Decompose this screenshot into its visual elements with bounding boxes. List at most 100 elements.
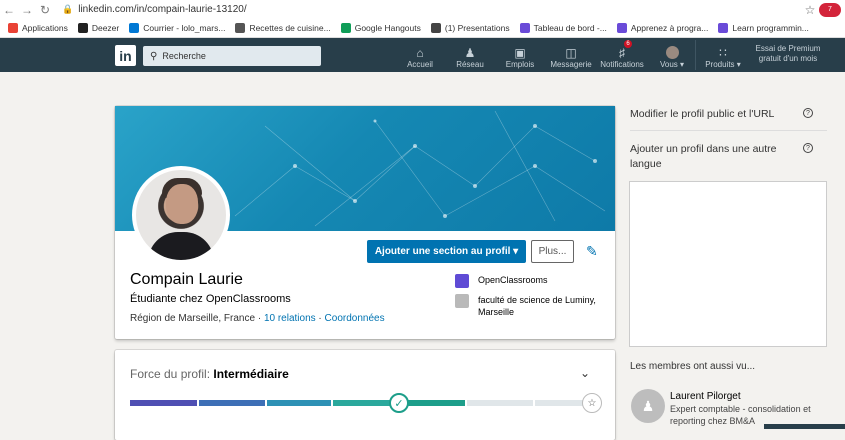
bookmark-item[interactable]: Applications (8, 23, 68, 33)
strength-segment (199, 400, 265, 406)
member-avatar[interactable]: ♟ (631, 389, 665, 423)
nav-network[interactable]: ♟ Réseau (455, 41, 485, 70)
help-icon[interactable]: ? (803, 108, 813, 118)
education-label-line1: faculté de science de Luminy, (478, 295, 596, 305)
bookmark-item[interactable]: (1) Presentations (430, 23, 510, 33)
nav-home[interactable]: ⌂ Accueil (405, 41, 435, 70)
search-icon: ⚲ (150, 50, 158, 62)
bookmark-label: Tableau de bord -... (533, 23, 607, 33)
bookmarks-bar: Applications Deezer Courrier - lolo_mars..… (0, 19, 845, 38)
nav-label: Notifications (600, 60, 644, 69)
premium-trial-link[interactable]: Essai de Premium gratuit d'un mois (752, 44, 824, 64)
photo-face (166, 184, 198, 224)
strength-segment (130, 400, 197, 406)
address-bar[interactable]: 🔒 linkedin.com/in/compain-laurie-13120/ (62, 4, 801, 15)
chevron-down-icon[interactable]: ⌄ (580, 366, 590, 380)
more-button[interactable]: Plus... (531, 240, 574, 263)
bookmark-star-icon[interactable]: ☆ (801, 3, 819, 17)
profile-photo[interactable] (132, 166, 230, 264)
bookmark-item[interactable]: Google Hangouts (340, 23, 421, 33)
separator-dot: · (255, 313, 264, 324)
also-viewed-heading: Les membres ont aussi vu... (630, 361, 756, 372)
ad-placeholder (629, 181, 827, 347)
check-icon: ✓ (389, 393, 409, 413)
add-language-profile-link[interactable]: Ajouter un profil dans une autre langue (630, 142, 795, 172)
top-nav: in ⚲ Recherche ⌂ Accueil ♟ Réseau ▣ Empl… (0, 38, 845, 72)
bookmark-item[interactable]: Deezer (77, 23, 120, 33)
extension-badge[interactable]: 7 (819, 2, 841, 17)
strength-segment (267, 400, 331, 406)
nav-products[interactable]: ∷ Produits ▾ (702, 41, 744, 70)
nav-label: Vous ▾ (659, 60, 685, 69)
education-label-line2: Marseille (478, 307, 515, 317)
bookmark-label: Deezer (91, 23, 120, 33)
relations-link[interactable]: 10 relations (264, 313, 316, 324)
home-icon: ⌂ (416, 46, 424, 60)
add-profile-section-button[interactable]: Ajouter une section au profil ▾ (367, 240, 526, 263)
forward-icon[interactable]: → (18, 3, 36, 17)
bookmark-item[interactable]: Recettes de cuisine... (235, 23, 331, 33)
messaging-icon: ◫ (565, 46, 577, 60)
search-placeholder: Recherche (162, 51, 206, 61)
bookmark-item[interactable]: Learn programmin... (718, 23, 809, 33)
profile-card: Ajouter une section au profil ▾ Plus... … (115, 106, 615, 339)
messaging-bar[interactable] (764, 424, 845, 429)
experience-label: OpenClassrooms (478, 275, 548, 285)
star-icon: ☆ (582, 393, 602, 413)
help-icon[interactable]: ? (803, 143, 813, 153)
bookmark-favicon-icon (430, 23, 441, 33)
nav-notifications[interactable]: ♯ 6 Notifications (598, 40, 646, 69)
profile-location: Région de Marseille, France (130, 313, 256, 324)
bookmark-favicon-icon (235, 23, 246, 33)
bookmark-item[interactable]: Apprenez à progra... (616, 23, 709, 33)
bookmark-favicon-icon (8, 23, 18, 33)
lock-icon: 🔒 (62, 4, 74, 14)
openclassrooms-logo-icon (455, 274, 469, 288)
network-icon: ♟ (464, 46, 476, 60)
member-name[interactable]: Laurent Pilorget (670, 389, 741, 404)
profile-strength-title: Force du profil: Intermédiaire (130, 367, 289, 381)
photo-shirt (148, 232, 214, 260)
nav-jobs[interactable]: ▣ Emplois (504, 41, 536, 70)
edit-pencil-icon[interactable]: ✎ (586, 243, 598, 260)
nav-label: Emplois (505, 60, 535, 69)
briefcase-icon: ▣ (514, 46, 526, 60)
linkedin-logo[interactable]: in (115, 45, 136, 66)
nav-label: Accueil (407, 60, 433, 69)
nav-label: Messagerie (550, 60, 592, 69)
bookmark-label: Learn programmin... (732, 23, 809, 33)
profile-strength-card: Force du profil: Intermédiaire ⌄ ✓ ☆ (115, 350, 615, 440)
bookmark-item[interactable]: Tableau de bord -... (519, 23, 607, 33)
bookmark-favicon-icon (129, 23, 140, 33)
bookmark-label: Google Hangouts (354, 23, 421, 33)
nav-label: Réseau (456, 60, 484, 69)
contact-info-link[interactable]: Coordonnées (325, 313, 385, 324)
profile-name: Compain Laurie (130, 271, 243, 288)
strength-label: Force du profil: (130, 367, 214, 381)
bookmark-label: Apprenez à progra... (630, 23, 709, 33)
nav-me[interactable]: Vous ▾ (656, 41, 688, 69)
strength-segment (400, 400, 465, 406)
notification-badge: 6 (624, 40, 632, 48)
bookmark-item[interactable]: Courrier - lolo_mars... (129, 23, 225, 33)
search-input[interactable]: ⚲ Recherche (143, 46, 321, 66)
bookmark-favicon-icon (519, 23, 530, 33)
sidebar-divider (630, 130, 827, 131)
education-luminy[interactable]: faculté de science de Luminy, Marseille (455, 294, 596, 318)
experience-openclassrooms[interactable]: OpenClassrooms (455, 274, 548, 288)
back-icon[interactable]: ← (0, 3, 18, 17)
profile-headline: Étudiante chez OpenClassrooms (130, 293, 291, 305)
nav-messaging[interactable]: ◫ Messagerie (550, 41, 592, 70)
reload-icon[interactable]: ↻ (36, 3, 54, 17)
strength-level: Intermédiaire (213, 367, 289, 381)
separator-dot: · (315, 313, 325, 324)
bookmark-label: (1) Presentations (444, 23, 510, 33)
grid-icon: ∷ (719, 46, 727, 60)
bookmark-favicon-icon (718, 23, 729, 33)
edit-public-profile-link[interactable]: Modifier le profil public et l'URL (630, 107, 800, 122)
nav-divider (695, 40, 696, 70)
bookmark-favicon-icon (340, 23, 351, 33)
bookmark-label: Applications (22, 23, 68, 33)
avatar (665, 46, 679, 59)
bookmark-label: Recettes de cuisine... (249, 23, 331, 33)
